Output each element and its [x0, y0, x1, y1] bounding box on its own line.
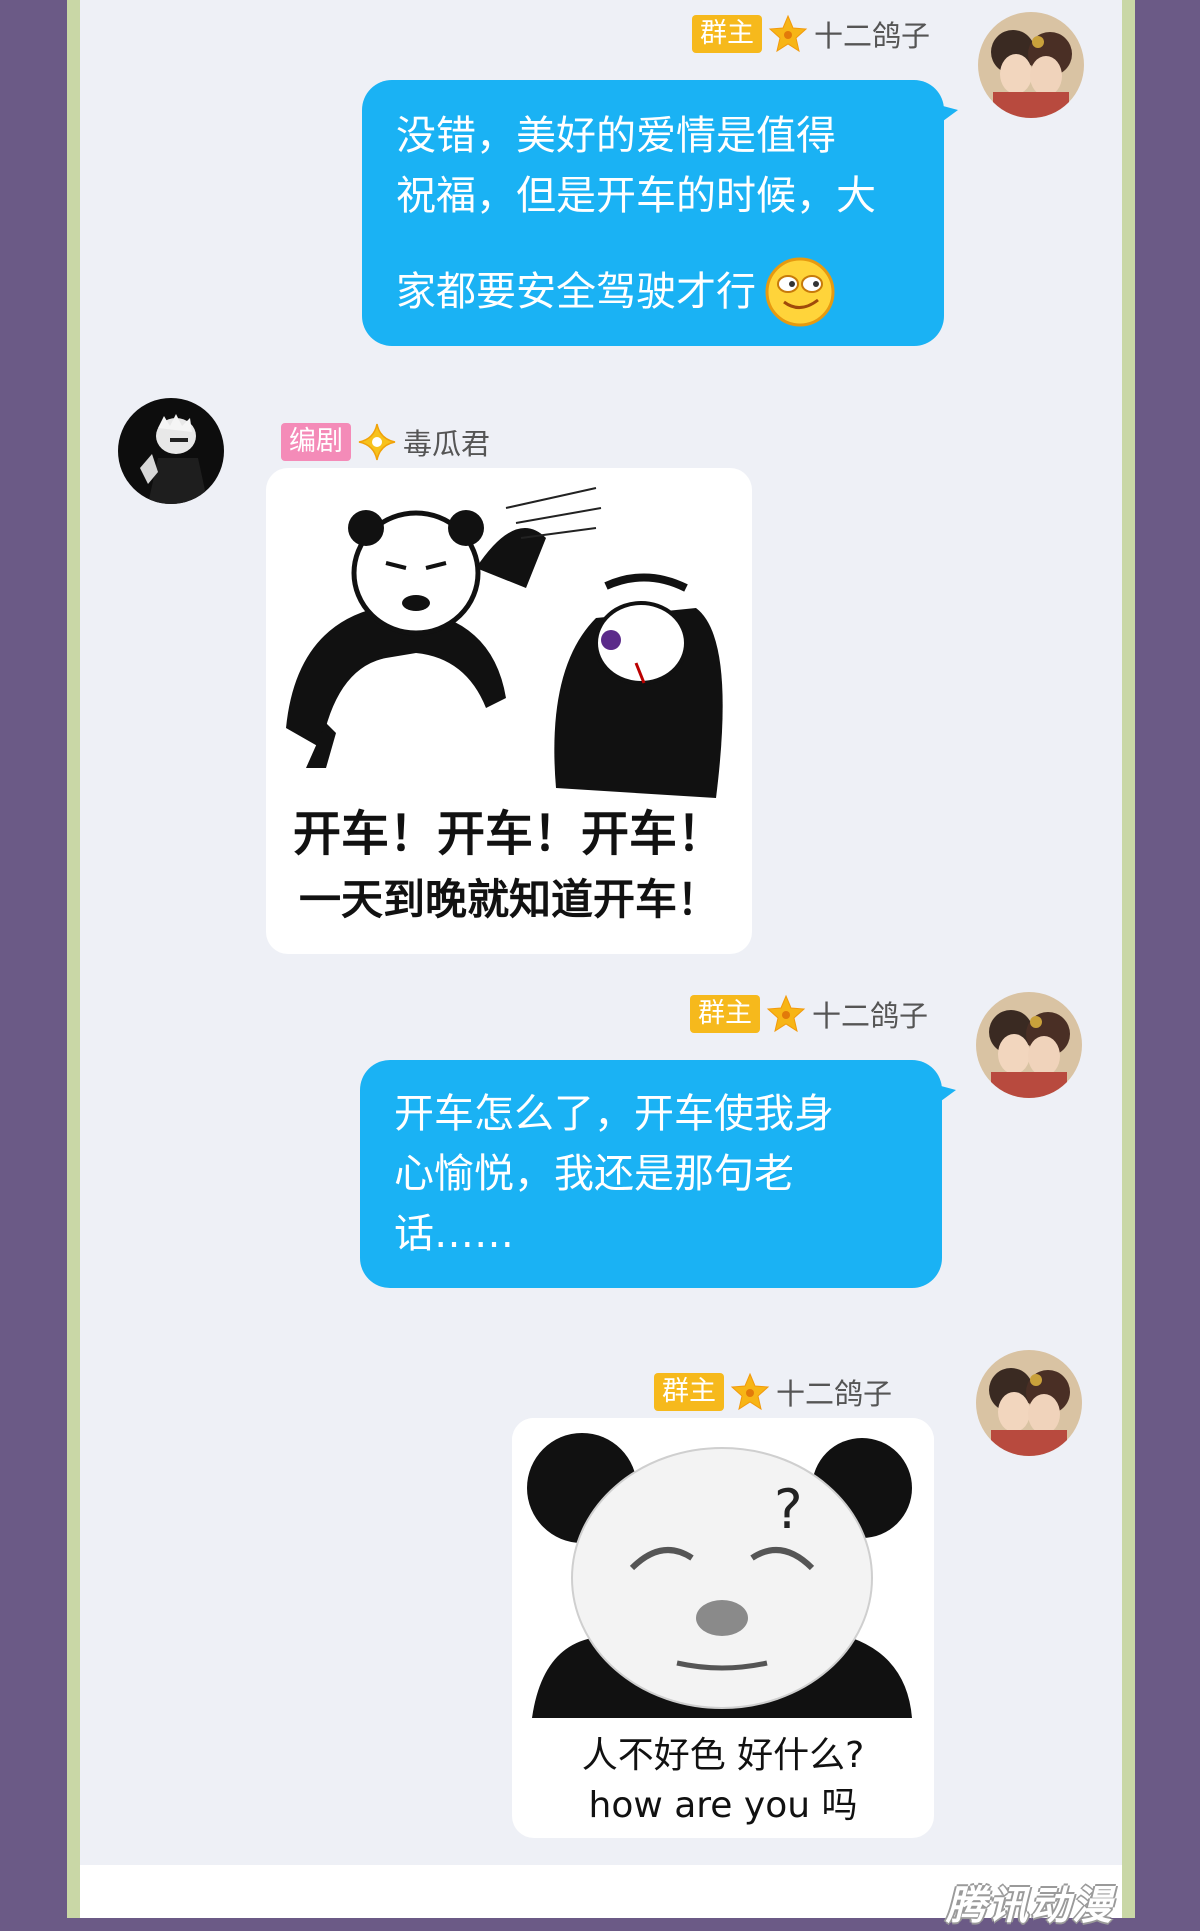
star-icon: [768, 14, 808, 54]
owner-badge: 群主: [692, 15, 762, 53]
sender-name: 十二鸽子: [814, 19, 931, 53]
message-line: 没错，美好的爱情是值得: [396, 113, 836, 159]
sticker-image[interactable]: ? 人不好色 好什么? how are you 吗: [512, 1418, 934, 1838]
avatar[interactable]: [978, 12, 1084, 118]
message-line: 心愉悦，我还是那句老: [394, 1151, 794, 1197]
message-line: 开车怎么了，开车使我身: [394, 1091, 834, 1137]
message-bubble[interactable]: 开车怎么了，开车使我身 心愉悦，我还是那句老 话……: [360, 1060, 956, 1288]
sender-name: 十二鸽子: [812, 999, 929, 1033]
star-icon: [730, 1372, 770, 1412]
message-2-header: 编剧 毒瓜君: [281, 422, 490, 462]
right-border-stripe: [1122, 0, 1135, 1918]
chat-panel[interactable]: 群主 十二鸽子 没错，美好的爱情是值得 祝福，但是开车的时候，大 家都要安全驾驶…: [80, 0, 1122, 1865]
message-bubble[interactable]: 没错，美好的爱情是值得 祝福，但是开车的时候，大 家都要安全驾驶才行: [362, 80, 958, 346]
smirk-face-icon: [764, 256, 836, 328]
message-line: 话……: [394, 1211, 514, 1257]
avatar[interactable]: [976, 1350, 1082, 1456]
owner-badge: 群主: [654, 1373, 724, 1411]
sender-name: 毒瓜君: [403, 427, 491, 461]
message-4-header: 群主 十二鸽子: [654, 1372, 892, 1412]
bubble-tail: [928, 102, 958, 132]
message-line-with-emoji: 家都要安全驾驶才行: [396, 256, 910, 328]
panda-slap-illustration: [286, 487, 723, 798]
question-mark: ?: [774, 1478, 803, 1541]
sticker-caption: 开车！开车！开车！: [292, 806, 725, 862]
diamond-star-icon: [357, 422, 397, 462]
bottom-bar: 腾讯动漫: [80, 1865, 1122, 1929]
message-line: 祝福，但是开车的时候，大: [396, 173, 876, 219]
sender-name: 十二鸽子: [776, 1377, 893, 1411]
message-1-header: 群主 十二鸽子: [692, 14, 930, 54]
avatar[interactable]: [976, 992, 1082, 1098]
sticker-caption: 一天到晚就知道开车！: [298, 875, 719, 924]
message-line: 家都要安全驾驶才行: [396, 269, 756, 315]
avatar[interactable]: [118, 398, 224, 504]
writer-badge: 编剧: [281, 423, 351, 461]
watermark-logo: 腾讯动漫: [946, 1883, 1114, 1929]
left-border-stripe: [67, 0, 80, 1918]
sticker-caption: how are you 吗: [588, 1785, 858, 1826]
star-icon: [766, 994, 806, 1034]
message-3-header: 群主 十二鸽子: [690, 994, 928, 1034]
sticker-caption: 人不好色 好什么?: [581, 1735, 865, 1776]
owner-badge: 群主: [690, 995, 760, 1033]
panda-question-illustration: [512, 1418, 934, 1718]
bubble-tail: [926, 1082, 956, 1112]
sticker-image[interactable]: 开车！开车！开车！ 一天到晚就知道开车！: [266, 468, 752, 954]
